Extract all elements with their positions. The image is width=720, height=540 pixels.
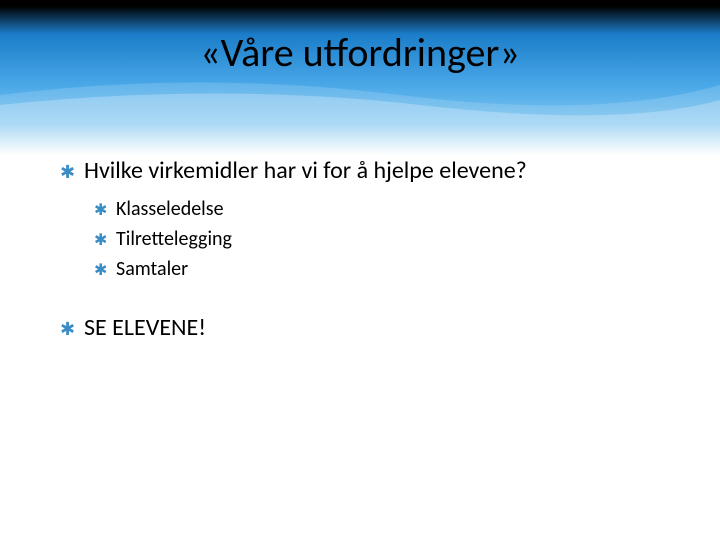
star-icon: ✱ <box>94 233 116 249</box>
bullet-text: SE ELEVENE! <box>84 312 206 343</box>
sub-bullet-list: ✱ Klasseledelse ✱ Tilrettelegging ✱ Samt… <box>94 196 680 282</box>
header-swoosh <box>0 0 720 155</box>
sub-bullet-text: Samtaler <box>116 256 188 282</box>
star-icon: ✱ <box>60 163 84 181</box>
sub-bullet-text: Tilrettelegging <box>116 226 232 252</box>
slide-title: «Våre utfordringer» <box>0 28 720 77</box>
bullet-item: ✱ SE ELEVENE! <box>60 312 680 343</box>
bullet-text: Hvilke virkemidler har vi for å hjelpe e… <box>84 155 527 186</box>
sub-bullet-item: ✱ Tilrettelegging <box>94 226 680 252</box>
slide-content: ✱ Hvilke virkemidler har vi for å hjelpe… <box>60 155 680 349</box>
bullet-item: ✱ Hvilke virkemidler har vi for å hjelpe… <box>60 155 680 186</box>
sub-bullet-item: ✱ Klasseledelse <box>94 196 680 222</box>
sub-bullet-text: Klasseledelse <box>116 196 224 222</box>
sub-bullet-item: ✱ Samtaler <box>94 256 680 282</box>
star-icon: ✱ <box>60 320 84 338</box>
star-icon: ✱ <box>94 263 116 279</box>
star-icon: ✱ <box>94 203 116 219</box>
